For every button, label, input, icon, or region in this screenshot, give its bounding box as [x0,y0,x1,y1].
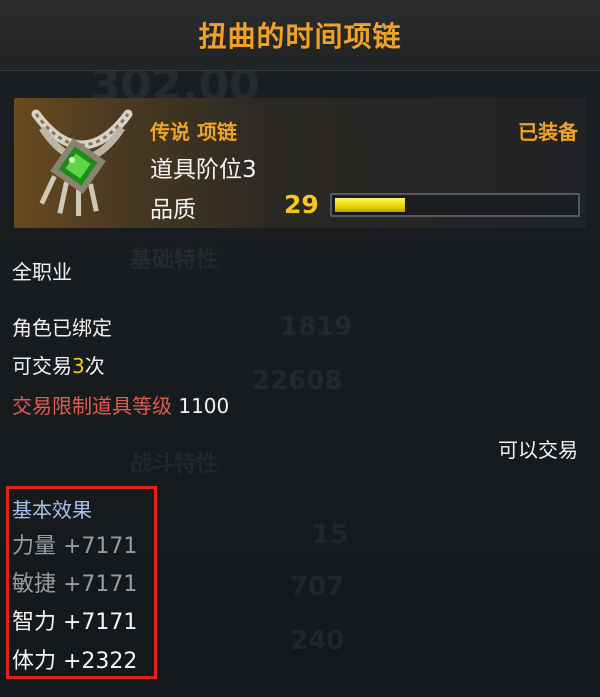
item-name: 扭曲的时间项链 [198,20,402,53]
background-ghost-number: 15 [312,520,349,550]
basic-effects-title: 基本效果 [12,498,92,522]
background-ghost-text: 战斗特性 [130,452,219,477]
stat-strength: 力量 +7171 [12,534,138,559]
trade-count-suffix: 次 [84,354,105,378]
necklace-icon [31,109,133,216]
background-ghost-number: 22608 [252,366,343,396]
background-ghost-text: 基础特性 [130,248,219,273]
trade-count-number: 3 [72,354,85,378]
quality-bar-fill [335,198,405,212]
trade-limit: 交易限制道具等级 1100 [12,390,229,419]
tradable-status: 可以交易 [498,438,578,462]
item-tier: 道具阶位3 [150,157,257,183]
item-tooltip: 302.00 100 基础特性 1819 22608 战斗特性 15 707 2… [0,0,600,697]
trade-limit-label: 交易限制道具等级 [12,394,172,418]
quality-label: 品质 [150,197,196,223]
bind-status: 角色已绑定 [12,316,112,340]
item-rarity-type: 传说 项链 [150,120,237,144]
stat-vitality: 体力 +2322 [12,649,138,674]
background-ghost-number: 707 [290,572,345,602]
class-restriction: 全职业 [12,260,72,284]
equip-status: 已装备 [518,120,578,144]
background-ghost-number: 240 [290,626,345,656]
stat-dexterity: 敏捷 +7171 [12,572,138,597]
tooltip-titlebar: 扭曲的时间项链 [0,0,600,71]
trade-count: 可交易3次 [12,350,105,379]
background-ghost-number: 1819 [280,312,353,342]
quality-bar [330,193,580,217]
stat-intelligence: 智力 +7171 [12,610,138,635]
trade-limit-value: 1100 [178,394,230,418]
quality-value: 29 [284,190,319,219]
trade-count-prefix: 可交易 [12,354,72,378]
